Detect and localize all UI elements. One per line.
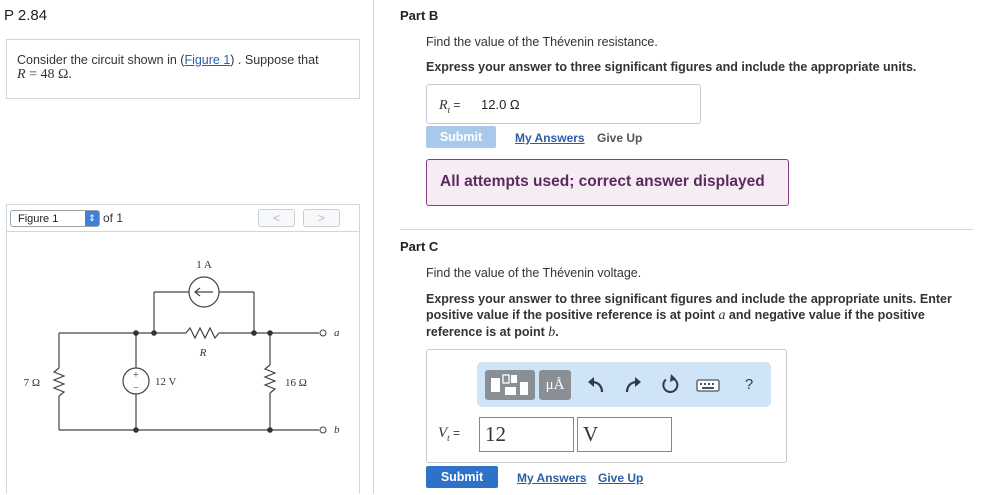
vt-equals: = (449, 426, 461, 440)
part-c-title: Part C (400, 239, 439, 254)
part-b-give-up-link: Give Up (597, 131, 643, 145)
part-c-give-up-link[interactable]: Give Up (598, 471, 643, 485)
part-b-prompt: Find the value of the Thévenin resistanc… (426, 35, 658, 49)
reset-icon (662, 374, 679, 393)
chevron-left-icon: < (272, 211, 280, 225)
part-b-my-answers-link[interactable]: My Answers (515, 131, 585, 145)
redo-icon (625, 377, 641, 393)
figure-count: of 1 (103, 211, 124, 225)
units-icon: μÅ (545, 377, 565, 393)
part-c-instruction-3: . (555, 325, 559, 339)
terminal-a-node (319, 329, 327, 337)
part-b-answer-label: Rt = (439, 96, 460, 115)
problem-title: P 2.84 (4, 7, 48, 24)
resistor-7-label: 7 Ω (24, 377, 40, 389)
help-icon: ? (744, 376, 754, 393)
figure-header: Figure 1 ⇕ of 1 < > (7, 205, 359, 232)
part-b-instruction: Express your answer to three significant… (426, 60, 917, 74)
templates-button[interactable] (485, 370, 535, 400)
chevron-right-icon: > (317, 211, 325, 225)
part-c-answer-label: Vt = (438, 424, 460, 443)
statement-text-after: ) . Suppose that (230, 53, 319, 67)
resistor-16-label: 16 Ω (285, 377, 307, 389)
terminal-a-label: a (334, 327, 340, 339)
part-c-prompt: Find the value of the Thévenin voltage. (426, 266, 642, 280)
figure-select-value: Figure 1 (18, 213, 59, 225)
keyboard-icon (696, 379, 720, 392)
statement-text-before: Consider the circuit shown in ( (17, 53, 185, 67)
next-figure-button[interactable]: > (303, 209, 340, 227)
resistance-variable: R (17, 67, 26, 82)
redo-button[interactable] (622, 370, 644, 400)
figure-panel: Figure 1 ⇕ of 1 < > + − 1 A R 7 Ω 12 V 1… (6, 204, 360, 494)
plus-sign: + (133, 370, 139, 381)
reset-button[interactable] (659, 370, 681, 400)
part-b-answer-value: 12.0 Ω (481, 97, 520, 112)
units-button[interactable]: μÅ (539, 370, 571, 400)
left-panel: P 2.84 Consider the circuit shown in (Fi… (0, 0, 374, 494)
figure-select[interactable]: Figure 1 ⇕ (10, 210, 100, 227)
minus-sign: − (133, 383, 139, 394)
part-b-title: Part B (400, 8, 439, 23)
undo-button[interactable] (585, 370, 607, 400)
undo-icon (588, 377, 604, 393)
rt-equals: = (450, 98, 461, 112)
keyboard-button[interactable] (695, 370, 721, 400)
terminal-b-node (319, 426, 327, 434)
current-source-label: 1 A (196, 259, 212, 271)
rt-variable: R (439, 98, 448, 113)
resistor-r-label: R (199, 347, 207, 359)
vt-variable: V (438, 425, 448, 441)
part-b-submit-button[interactable]: Submit (426, 126, 496, 148)
select-arrows-icon: ⇕ (85, 211, 99, 226)
terminal-b-label: b (334, 424, 340, 436)
help-button[interactable]: ? (739, 370, 759, 400)
right-panel: Part B Find the value of the Thévenin re… (374, 0, 984, 494)
part-c-my-answers-link[interactable]: My Answers (517, 471, 587, 485)
circuit-diagram: + − 1 A R 7 Ω 12 V 16 Ω a b (24, 259, 340, 436)
vt-value-input[interactable]: 12 (479, 417, 574, 452)
part-c-instruction: Express your answer to three significant… (426, 291, 976, 341)
vt-unit-input[interactable]: V (577, 417, 672, 452)
part-c-answer-box: μÅ ? Vt = 12 V (426, 349, 787, 463)
attempts-status-message: All attempts used; correct answer displa… (426, 159, 789, 206)
part-c-submit-button[interactable]: Submit (426, 466, 498, 488)
previous-figure-button[interactable]: < (258, 209, 295, 227)
templates-icon (485, 370, 535, 400)
voltage-source-label: 12 V (155, 376, 177, 388)
problem-statement: Consider the circuit shown in (Figure 1)… (6, 39, 360, 99)
math-toolbar: μÅ ? (477, 362, 771, 407)
figure-link[interactable]: Figure 1 (184, 53, 230, 67)
part-b-answer-box: Rt = 12.0 Ω (426, 84, 701, 124)
resistance-value: = 48 Ω. (25, 67, 72, 82)
section-divider (400, 229, 973, 230)
